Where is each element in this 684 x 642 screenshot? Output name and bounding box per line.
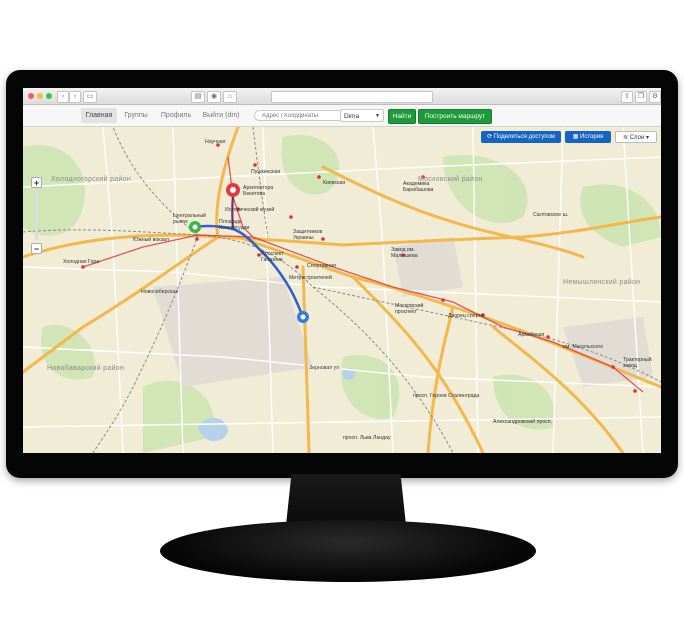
- screen: ‹ › ▭ ▤ ◉ ⌂ ⇧ ❐ ⚙ Главная Группы Профиль…: [23, 88, 661, 453]
- map-label: просп. Героев Сталинграда: [413, 393, 480, 399]
- map-label: Защитников Украины: [293, 229, 323, 241]
- zoom-out-button[interactable]: −: [31, 243, 42, 254]
- start-marker: [226, 183, 240, 197]
- app-navbar: Главная Группы Профиль Выйти (dm) Dima ▼…: [23, 105, 661, 127]
- history-label: История: [580, 134, 604, 140]
- map-label: Холодная Гора: [63, 259, 100, 265]
- map-label: Александровский просп.: [493, 419, 553, 425]
- address-bar[interactable]: [271, 91, 433, 103]
- build-route-button[interactable]: Построить маршрут: [418, 109, 492, 124]
- close-window-icon[interactable]: [28, 93, 34, 99]
- map-label: Московский проспект: [395, 303, 424, 315]
- tabs-icon[interactable]: ❐: [635, 91, 647, 103]
- map-label: Южный вокзал: [133, 237, 169, 243]
- map-label: Площадь Конституции: [219, 219, 250, 231]
- map-label: Тракторный завод: [623, 357, 652, 369]
- tab-home[interactable]: Главная: [81, 108, 117, 123]
- map-label: Пушкинская: [251, 169, 281, 175]
- user-select[interactable]: Dima ▼: [340, 109, 384, 122]
- tab-logout[interactable]: Выйти (dm): [199, 108, 243, 123]
- settings-icon[interactable]: ⚙: [649, 91, 661, 103]
- map-view[interactable]: ⟳ Поделиться доступом ▦ История ≋ Слои ▾…: [23, 127, 661, 453]
- map-label: Архитектора Бекетова: [243, 185, 274, 197]
- end-marker: [297, 311, 309, 323]
- print-icon[interactable]: ▤: [191, 91, 205, 103]
- district-label: Немышлянский район: [563, 279, 641, 286]
- map-label: Академика Барабашова: [403, 181, 434, 193]
- map-label: просп. Льва Ландау: [343, 435, 391, 441]
- monitor-stand-base: [160, 520, 536, 582]
- map-label: Завод им. Малышева: [391, 247, 418, 259]
- map-label: Новосибирская: [141, 289, 179, 295]
- home-icon[interactable]: ⌂: [223, 91, 237, 103]
- zoom-slider[interactable]: [35, 190, 38, 240]
- map-label: Спортивная: [307, 263, 336, 269]
- find-button[interactable]: Найти: [388, 109, 416, 124]
- user-select-value: Dima: [344, 113, 360, 120]
- map-label: Дворец спорта: [448, 313, 484, 319]
- zoom-in-button[interactable]: +: [31, 177, 42, 188]
- share-access-button[interactable]: ⟳ Поделиться доступом: [481, 131, 561, 143]
- map-label: Центральный рынок: [173, 213, 206, 225]
- map-label: Научная: [205, 139, 226, 145]
- layers-button[interactable]: ≋ Слои ▾: [615, 131, 657, 143]
- district-label: Холодногорский район: [51, 176, 132, 183]
- sidebar-icon[interactable]: ▭: [83, 91, 97, 103]
- tab-groups[interactable]: Группы: [120, 108, 152, 123]
- back-icon[interactable]: ‹: [57, 91, 69, 103]
- map-label: Армейская: [518, 332, 545, 338]
- forward-icon[interactable]: ›: [69, 91, 81, 103]
- district-label: Новобаварский район: [47, 365, 125, 372]
- map-label: Зерновая ул.: [309, 365, 341, 371]
- share-icon[interactable]: ⇧: [621, 91, 633, 103]
- map-label: Проспект Гагарина: [261, 251, 284, 263]
- chevron-down-icon: ▼: [375, 113, 380, 119]
- tab-profile[interactable]: Профиль: [158, 108, 194, 123]
- map-label: Киевская: [323, 180, 346, 186]
- minimize-window-icon[interactable]: [37, 93, 43, 99]
- browser-toolbar: ‹ › ▭ ▤ ◉ ⌂ ⇧ ❐ ⚙: [23, 88, 661, 105]
- history-button[interactable]: ▦ История: [565, 131, 611, 143]
- map-label: Метростроителей: [289, 275, 332, 281]
- maximize-window-icon[interactable]: [46, 93, 52, 99]
- map-label: Салтовское ш.: [533, 212, 569, 218]
- map-label: Исторический музей: [225, 207, 275, 213]
- layers-label: Слои: [629, 135, 645, 141]
- map-label: им. Масельского: [563, 344, 604, 350]
- screenshot-icon[interactable]: ◉: [207, 91, 221, 103]
- share-access-label: Поделиться доступом: [493, 134, 555, 140]
